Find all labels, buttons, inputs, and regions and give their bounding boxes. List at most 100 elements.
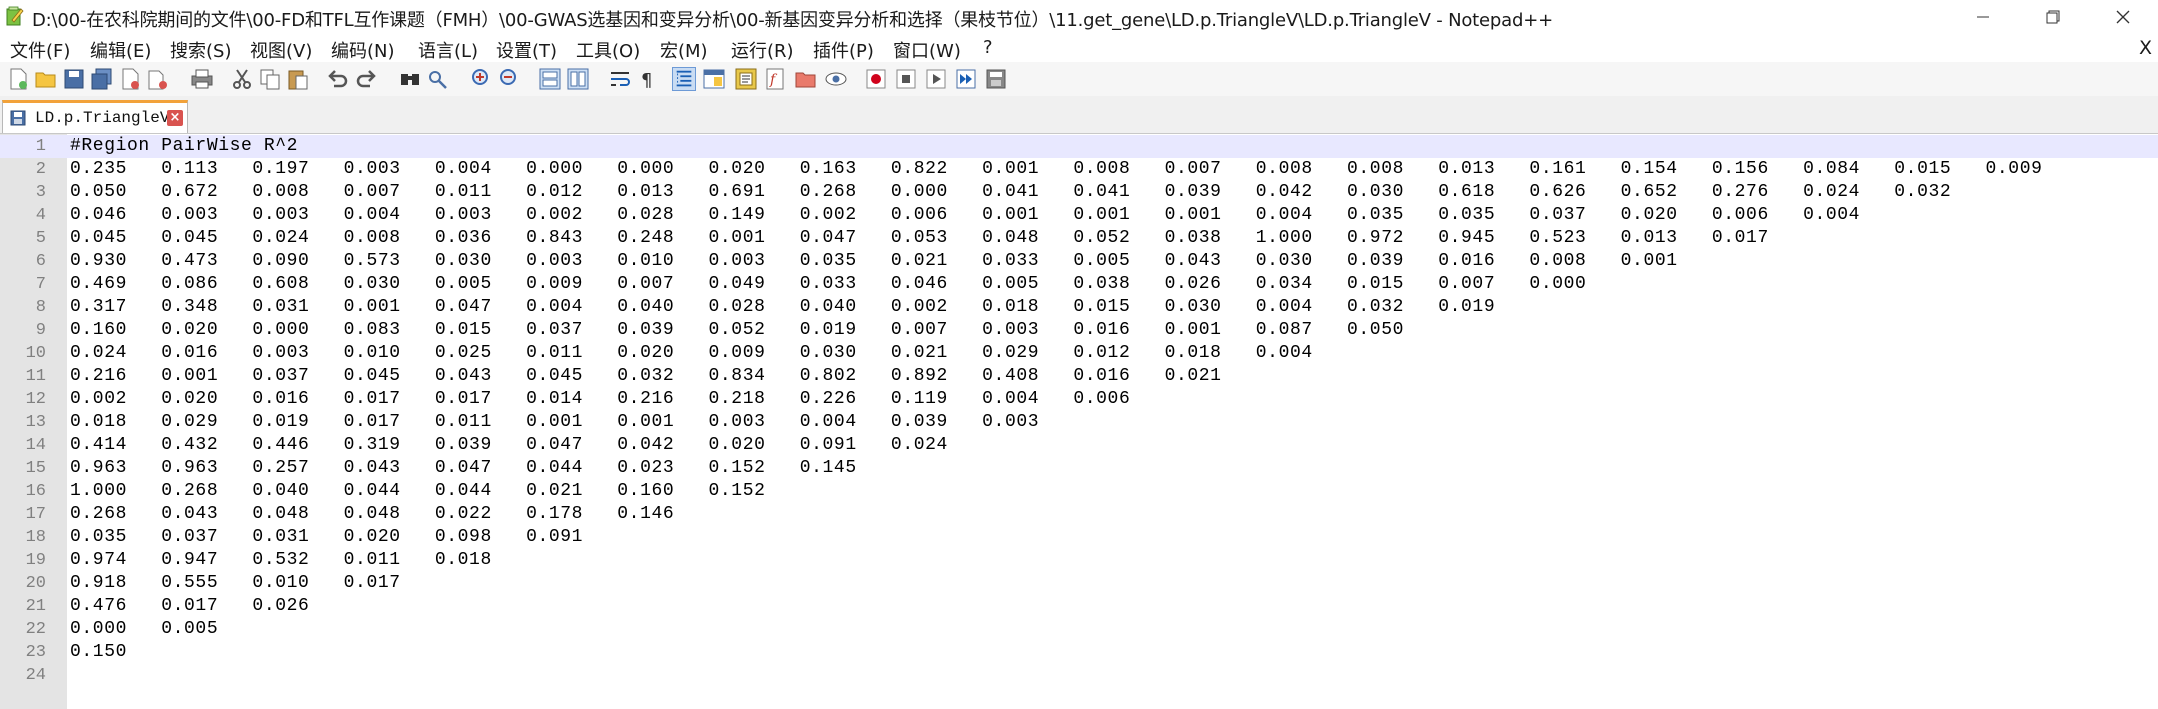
editor-line[interactable]: 18 0.035 0.037 0.031 0.020 0.098 0.091 [0,526,2158,549]
menu-view[interactable]: 视图(V) [250,37,312,63]
line-text[interactable]: 0.469 0.086 0.608 0.030 0.005 0.009 0.00… [70,273,1586,296]
save-all-icon[interactable] [90,67,114,91]
menu-tools[interactable]: 工具(O) [576,37,640,63]
editor-line[interactable]: 13 0.018 0.029 0.019 0.017 0.011 0.001 0.… [0,411,2158,434]
close-window-button[interactable] [2088,0,2158,34]
line-text[interactable]: 0.216 0.001 0.037 0.045 0.043 0.045 0.03… [70,365,1222,388]
indent-guide-icon[interactable] [672,67,696,91]
editor-line[interactable]: 10 0.024 0.016 0.003 0.010 0.025 0.011 0.… [0,342,2158,365]
editor-line[interactable]: 8 0.317 0.348 0.031 0.001 0.047 0.004 0.0… [0,296,2158,319]
open-file-icon[interactable] [34,67,58,91]
line-text[interactable]: 0.000 0.005 [70,618,218,641]
line-text[interactable]: 0.035 0.037 0.031 0.020 0.098 0.091 [70,526,583,549]
editor-line[interactable]: 12 0.002 0.020 0.016 0.017 0.017 0.014 0.… [0,388,2158,411]
editor-line[interactable]: 11 0.216 0.001 0.037 0.045 0.043 0.045 0.… [0,365,2158,388]
line-text[interactable]: 0.974 0.947 0.532 0.011 0.018 [70,549,492,572]
editor-line[interactable]: 22 0.000 0.005 [0,618,2158,641]
line-text[interactable]: 0.050 0.672 0.008 0.007 0.011 0.012 0.01… [70,181,1951,204]
line-text[interactable]: #Region PairWise R^2 [70,135,298,158]
line-text[interactable]: 0.002 0.020 0.016 0.017 0.017 0.014 0.21… [70,388,1130,411]
undo-icon[interactable] [326,67,350,91]
find-icon[interactable] [398,67,422,91]
replace-icon[interactable] [426,67,450,91]
menu-settings[interactable]: 设置(T) [496,37,557,63]
editor-line[interactable]: 3 0.050 0.672 0.008 0.007 0.011 0.012 0.0… [0,181,2158,204]
close-document-x[interactable]: X [2139,37,2152,59]
editor-line[interactable]: 2 0.235 0.113 0.197 0.003 0.004 0.000 0.0… [0,158,2158,181]
editor-line[interactable]: 6 0.930 0.473 0.090 0.573 0.030 0.003 0.0… [0,250,2158,273]
macro-run-multiple-icon[interactable] [954,67,978,91]
line-text[interactable]: 0.930 0.473 0.090 0.573 0.030 0.003 0.01… [70,250,1678,273]
macro-record-icon[interactable] [864,67,888,91]
line-text[interactable]: 0.963 0.963 0.257 0.043 0.047 0.044 0.02… [70,457,857,480]
sync-horizontal-icon[interactable] [566,67,590,91]
monitoring-icon[interactable] [824,67,848,91]
editor-line[interactable]: 21 0.476 0.017 0.026 [0,595,2158,618]
menu-language[interactable]: 语言(L) [418,37,478,63]
editor-line[interactable]: 16 1.000 0.268 0.040 0.044 0.044 0.021 0.… [0,480,2158,503]
cut-icon[interactable] [230,67,254,91]
line-text[interactable]: 0.918 0.555 0.010 0.017 [70,572,401,595]
line-text[interactable]: 0.045 0.045 0.024 0.008 0.036 0.843 0.24… [70,227,1769,250]
folder-workspace-icon[interactable] [794,67,818,91]
editor-line[interactable]: 24 [0,664,2158,687]
minimize-button[interactable] [1948,0,2018,34]
editor-line[interactable]: 14 0.414 0.432 0.446 0.319 0.039 0.047 0.… [0,434,2158,457]
line-text[interactable]: 0.150 [70,641,127,664]
line-text[interactable]: 1.000 0.268 0.040 0.044 0.044 0.021 0.16… [70,480,766,503]
editor-line[interactable]: 19 0.974 0.947 0.532 0.011 0.018 [0,549,2158,572]
editor-line[interactable]: 4 0.046 0.003 0.003 0.004 0.003 0.002 0.0… [0,204,2158,227]
menu-search[interactable]: 搜索(S) [170,37,231,63]
line-text[interactable]: 0.024 0.016 0.003 0.010 0.025 0.011 0.02… [70,342,1313,365]
menu-help[interactable]: ? [983,37,993,58]
editor-line[interactable]: 7 0.469 0.086 0.608 0.030 0.005 0.009 0.0… [0,273,2158,296]
editor-line[interactable]: 17 0.268 0.043 0.048 0.048 0.022 0.178 0.… [0,503,2158,526]
zoom-out-icon[interactable] [498,67,522,91]
toolbar: ¶ f [0,62,2158,97]
editor-line[interactable]: 5 0.045 0.045 0.024 0.008 0.036 0.843 0.2… [0,227,2158,250]
copy-icon[interactable] [258,67,282,91]
word-wrap-icon[interactable] [608,67,632,91]
macro-play-icon[interactable] [924,67,948,91]
udl-icon[interactable] [702,67,726,91]
close-file-icon[interactable] [118,67,142,91]
save-icon[interactable] [62,67,86,91]
line-text[interactable]: 0.476 0.017 0.026 [70,595,309,618]
line-text[interactable]: 0.268 0.043 0.048 0.048 0.022 0.178 0.14… [70,503,674,526]
editor-line[interactable]: 9 0.160 0.020 0.000 0.083 0.015 0.037 0.0… [0,319,2158,342]
menu-file[interactable]: 文件(F) [10,37,70,63]
close-all-icon[interactable] [146,67,170,91]
line-text[interactable]: 0.317 0.348 0.031 0.001 0.047 0.004 0.04… [70,296,1495,319]
doc-map-icon[interactable] [734,67,758,91]
line-text[interactable]: 0.046 0.003 0.003 0.004 0.003 0.002 0.02… [70,204,1860,227]
line-text[interactable]: 0.018 0.029 0.019 0.017 0.011 0.001 0.00… [70,411,1039,434]
menu-run[interactable]: 运行(R) [731,37,794,63]
line-text[interactable]: 0.414 0.432 0.446 0.319 0.039 0.047 0.04… [70,434,948,457]
menu-macro[interactable]: 宏(M) [660,37,708,63]
menu-window[interactable]: 窗口(W) [893,37,961,63]
restore-button[interactable] [2018,0,2088,34]
editor-line[interactable]: 15 0.963 0.963 0.257 0.043 0.047 0.044 0.… [0,457,2158,480]
menu-plugins[interactable]: 插件(P) [813,37,874,63]
show-all-chars-icon[interactable]: ¶ [636,67,660,91]
editor-line[interactable]: 20 0.918 0.555 0.010 0.017 [0,572,2158,595]
function-list-icon[interactable]: f [764,67,788,91]
paste-icon[interactable] [286,67,310,91]
sync-vertical-icon[interactable] [538,67,562,91]
tab-ld-p-trianglev[interactable]: LD.p.TriangleV × [2,100,188,133]
menu-encoding[interactable]: 编码(N) [331,37,395,63]
zoom-in-icon[interactable] [470,67,494,91]
menu-bar: 文件(F) 编辑(E) 搜索(S) 视图(V) 编码(N) 语言(L) 设置(T… [0,34,2158,62]
editor[interactable]: 1 #Region PairWise R^2 2 0.235 0.113 0.197 … [0,134,2158,709]
macro-save-icon[interactable] [984,67,1008,91]
tab-close-icon[interactable]: × [167,110,183,126]
menu-edit[interactable]: 编辑(E) [90,37,151,63]
editor-line[interactable]: 1 #Region PairWise R^2 [0,135,2158,158]
editor-line[interactable]: 23 0.150 [0,641,2158,664]
new-file-icon[interactable] [6,67,30,91]
line-text[interactable]: 0.160 0.020 0.000 0.083 0.015 0.037 0.03… [70,319,1404,342]
line-text[interactable]: 0.235 0.113 0.197 0.003 0.004 0.000 0.00… [70,158,2043,181]
redo-icon[interactable] [354,67,378,91]
macro-stop-icon[interactable] [894,67,918,91]
print-icon[interactable] [190,67,214,91]
